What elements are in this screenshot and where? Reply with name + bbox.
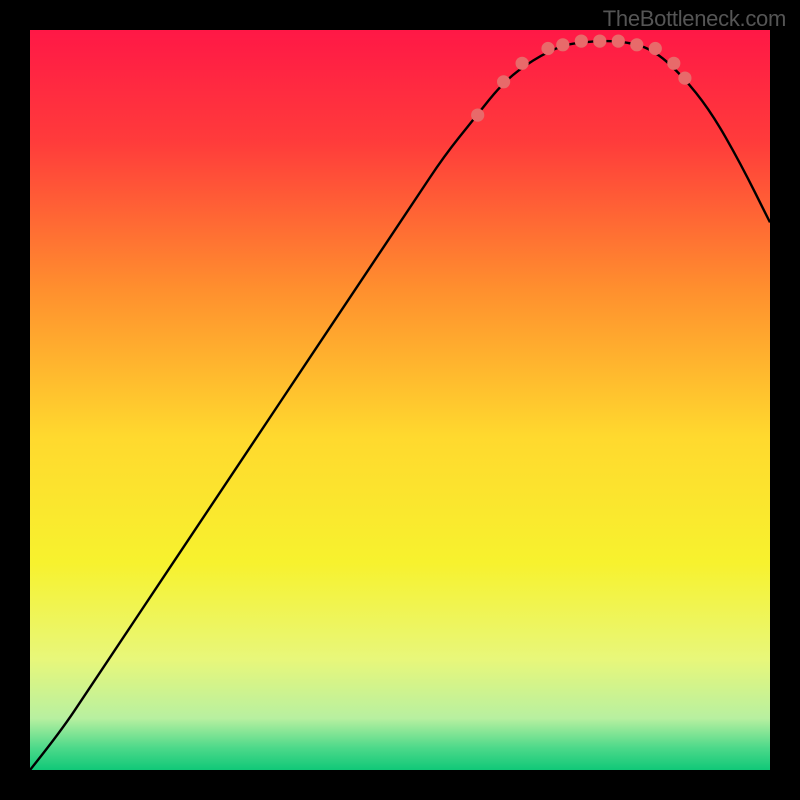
highlight-dot [516,57,529,70]
watermark-text: TheBottleneck.com [603,6,786,32]
chart-curve-layer [30,30,770,770]
highlight-dot [630,38,643,51]
highlight-dot [471,109,484,122]
highlight-dot [649,42,662,55]
highlight-dot [678,72,691,85]
bottleneck-curve [30,41,770,770]
highlight-dot [593,35,606,48]
highlight-dots-group [471,35,691,122]
highlight-dot [575,35,588,48]
highlight-dot [497,75,510,88]
highlight-dot [541,42,554,55]
highlight-dot [556,38,569,51]
chart-plot-area [30,30,770,770]
highlight-dot [667,57,680,70]
highlight-dot [612,35,625,48]
